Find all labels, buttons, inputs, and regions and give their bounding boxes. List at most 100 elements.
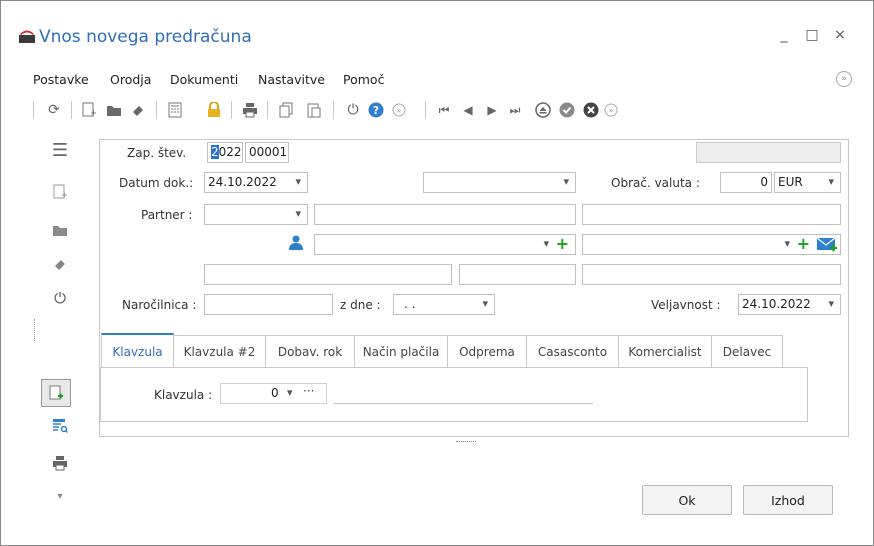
help-icon[interactable]: ?	[367, 101, 385, 119]
hamburger-menu-icon[interactable]: ☰	[45, 140, 75, 161]
window-title: Vnos novega predračuna	[39, 27, 252, 47]
klavzula-label: Klavzula :	[154, 388, 213, 402]
eject-icon[interactable]	[534, 101, 552, 119]
tab-dobav-rok[interactable]: Dobav. rok	[265, 335, 355, 367]
status-field	[696, 142, 841, 163]
contact-select[interactable]: ▾ +	[314, 234, 576, 255]
zap-year-cursor: 2	[211, 145, 219, 159]
post-code-input[interactable]	[459, 264, 576, 285]
toolbar-separator	[71, 101, 72, 119]
zap-stev-label: Zap. štev.	[127, 146, 187, 160]
toolbar-separator	[33, 101, 34, 119]
minimize-button[interactable]: _	[775, 27, 793, 43]
email-select[interactable]: ▾ +	[582, 234, 841, 255]
calculator-icon[interactable]	[166, 101, 184, 119]
confirm-icon[interactable]	[558, 101, 576, 119]
new-document-icon[interactable]	[81, 101, 97, 119]
table-search-icon[interactable]	[45, 418, 75, 438]
klavzula-more-button[interactable]: ···	[303, 384, 314, 398]
menu-orodja[interactable]: Orodja	[110, 72, 151, 87]
new-document-icon	[49, 385, 63, 400]
zap-number-input[interactable]: 00001	[245, 142, 289, 163]
obrac-valuta-label: Obrač. valuta :	[611, 176, 700, 190]
cancel-icon[interactable]	[582, 101, 600, 119]
new-document-icon[interactable]	[45, 184, 75, 204]
app-logo-icon	[19, 30, 35, 43]
copy-icon[interactable]	[277, 101, 295, 119]
previous-record-icon[interactable]: ◀	[459, 101, 477, 119]
partner-code-select[interactable]	[204, 204, 308, 225]
partner-extra-input[interactable]	[582, 204, 841, 225]
print-icon[interactable]	[45, 455, 75, 475]
tab-odprema[interactable]: Odprema	[447, 335, 527, 367]
more-icon[interactable]: »	[390, 101, 408, 119]
tab-komercialist[interactable]: Komercialist	[618, 335, 712, 367]
toolbar-separator	[231, 101, 232, 119]
city-input[interactable]	[582, 264, 841, 285]
narocilnica-input[interactable]	[204, 294, 333, 315]
exit-button[interactable]: Izhod	[743, 485, 833, 515]
tab-delavec[interactable]: Delavec	[711, 335, 783, 367]
refresh-icon[interactable]: ⟳	[45, 101, 63, 119]
email-add-icon[interactable]	[817, 238, 837, 252]
datum-date-picker[interactable]: 24.10.2022	[204, 172, 308, 193]
svg-text:»: »	[397, 106, 402, 115]
klavzula-dropdown-icon[interactable]: ▾	[287, 386, 293, 399]
z-dne-label: z dne :	[340, 298, 381, 312]
open-folder-icon[interactable]	[105, 101, 123, 119]
narocilnica-label: Naročilnica :	[122, 298, 197, 312]
menu-postavke[interactable]: Postavke	[33, 72, 89, 87]
paste-icon[interactable]	[305, 101, 323, 119]
next-record-icon[interactable]: ▶	[483, 101, 501, 119]
power-icon[interactable]: ⏻	[45, 289, 75, 307]
add-contact-icon[interactable]: +	[556, 235, 569, 253]
contact-person-icon[interactable]	[288, 234, 304, 253]
resize-grip[interactable]	[456, 441, 476, 443]
svg-text:?: ?	[373, 104, 379, 117]
power-icon[interactable]: ⏻	[344, 101, 362, 119]
svg-text:»: »	[609, 106, 614, 115]
print-icon[interactable]	[241, 101, 259, 119]
toolbar-separator	[267, 101, 268, 119]
klavzula-select[interactable]: 0 ▾ ···	[220, 383, 327, 404]
menu-pomoc[interactable]: Pomoč	[343, 72, 384, 87]
toolbar-separator	[425, 101, 426, 119]
veljavnost-label: Veljavnost :	[651, 298, 721, 312]
tab-nacin-placila[interactable]: Način plačila	[354, 335, 448, 367]
zap-year-rest: 022	[218, 145, 242, 159]
currency-select[interactable]: EUR	[774, 172, 841, 193]
ok-button[interactable]: Ok	[642, 485, 732, 515]
z-dne-date-picker[interactable]: . .	[393, 294, 495, 315]
main-window: Vnos novega predračuna _ □ × Postavke Or…	[0, 0, 874, 546]
zap-year-input[interactable]: 2022	[207, 142, 243, 163]
splitter-handle[interactable]	[34, 319, 35, 341]
partner-name-input[interactable]	[314, 204, 576, 225]
document-type-select[interactable]	[423, 172, 576, 193]
close-button[interactable]: ×	[831, 27, 849, 43]
tab-casasconto[interactable]: Casasconto	[526, 335, 619, 367]
datum-label: Datum dok.:	[119, 176, 194, 190]
expand-down-icon[interactable]: ▾	[45, 491, 75, 502]
veljavnost-date-picker[interactable]: 24.10.2022	[738, 294, 841, 315]
tab-klavzula[interactable]: Klavzula	[101, 333, 174, 368]
menu-dokumenti[interactable]: Dokumenti	[170, 72, 238, 87]
menu-nastavitve[interactable]: Nastavitve	[258, 72, 325, 87]
add-email-icon[interactable]: +	[797, 235, 810, 253]
more-icon[interactable]: »	[602, 101, 620, 119]
lock-icon[interactable]	[205, 101, 223, 119]
exchange-rate-input[interactable]: 0	[720, 172, 772, 193]
klavzula-value: 0	[271, 386, 279, 400]
tab-klavzula-2[interactable]: Klavzula #2	[173, 335, 266, 367]
collapse-menu-icon[interactable]: »	[836, 71, 852, 87]
email-dropdown-icon[interactable]: ▾	[784, 237, 790, 250]
address-input[interactable]	[204, 264, 452, 285]
toolbar-separator	[156, 101, 157, 119]
open-folder-icon[interactable]	[45, 223, 75, 241]
maximize-button[interactable]: □	[803, 27, 821, 43]
eraser-icon[interactable]	[129, 101, 147, 119]
last-record-icon[interactable]: ⏭	[506, 101, 524, 119]
eraser-icon[interactable]	[45, 257, 75, 275]
first-record-icon[interactable]: ⏮	[435, 101, 453, 119]
contact-dropdown-icon[interactable]: ▾	[543, 237, 549, 250]
add-item-button[interactable]	[41, 379, 71, 407]
